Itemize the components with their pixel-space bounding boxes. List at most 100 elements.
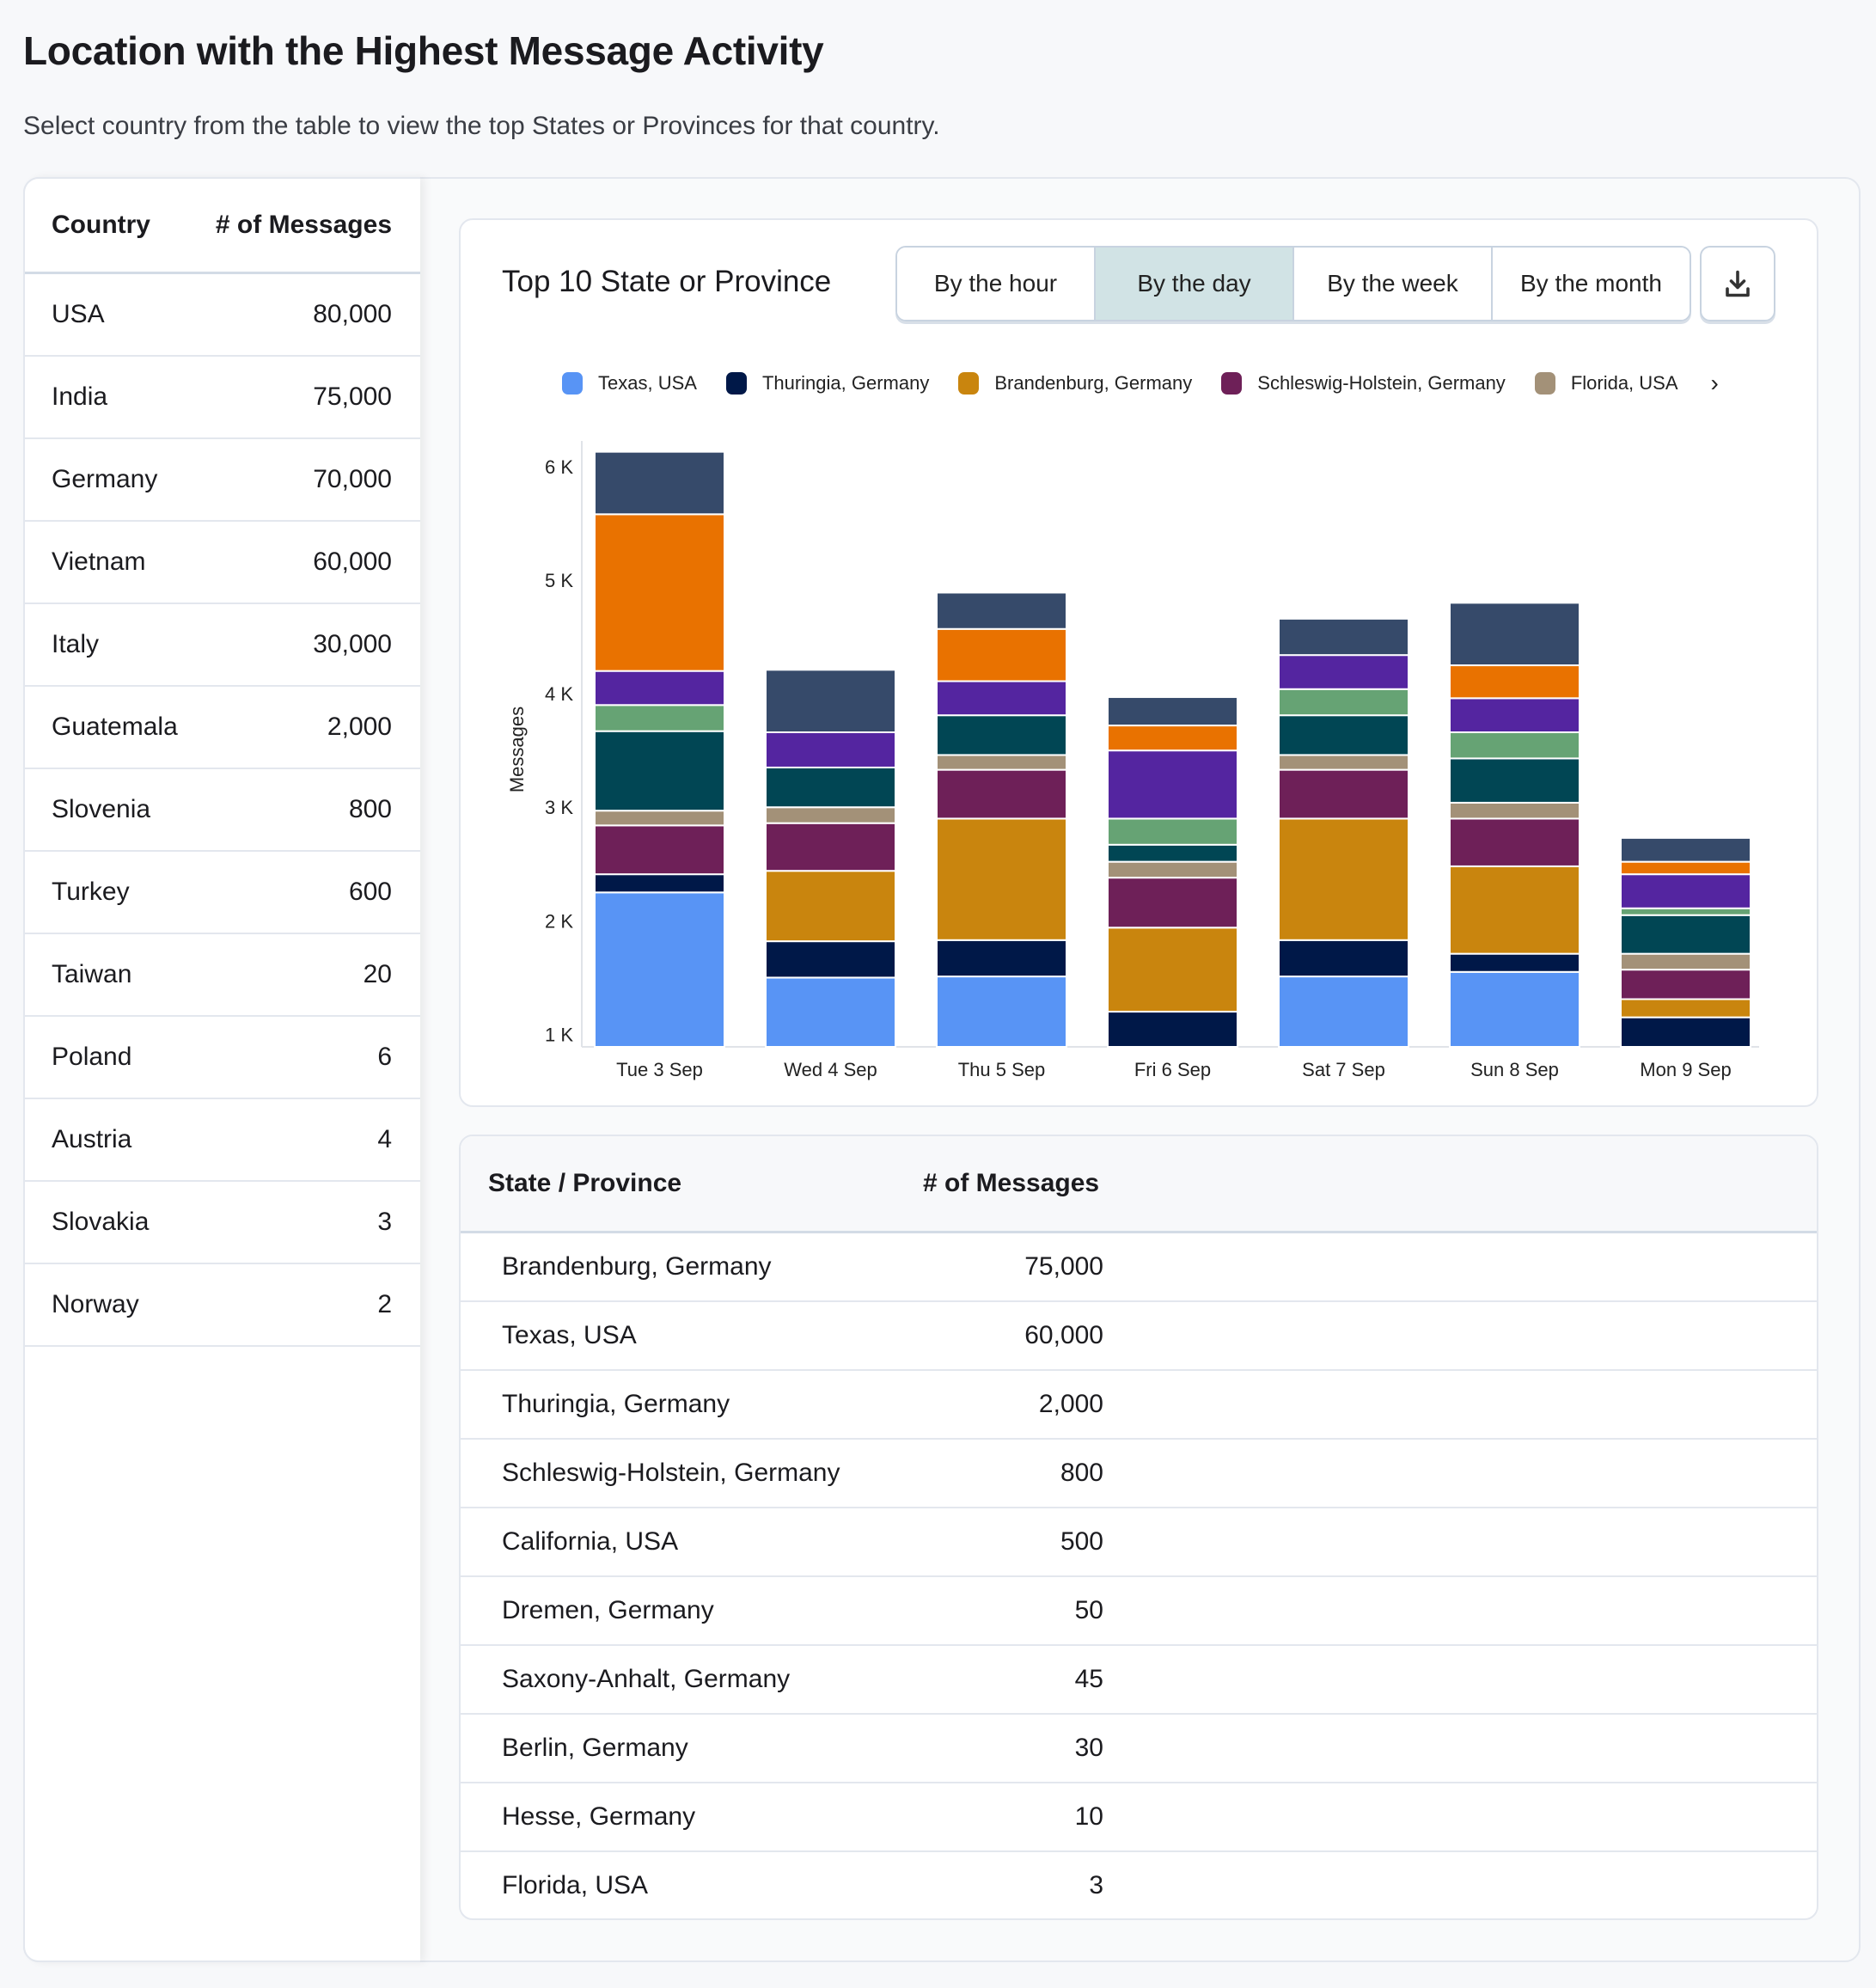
bar-segment	[1107, 877, 1238, 929]
y-tick-label: 2 K	[545, 910, 573, 932]
country-row[interactable]: Turkey 600	[25, 852, 420, 934]
bar-segment	[1278, 768, 1409, 820]
bar-segment	[1449, 731, 1580, 760]
bar-segment	[1278, 817, 1409, 941]
state-message-count: 75,000	[1024, 1252, 1103, 1281]
country-message-count: 60,000	[313, 547, 392, 576]
bar-segment	[1449, 970, 1580, 1048]
country-name: India	[52, 382, 108, 411]
state-row: Hesse, Germany 10	[461, 1783, 1817, 1852]
country-table: Country # of Messages USA 80,000 India 75,0…	[23, 177, 420, 1962]
state-row: California, USA 500	[461, 1508, 1817, 1577]
column-header-messages: # of Messages	[923, 1169, 1100, 1197]
state-row: Saxony-Anhalt, Germany 45	[461, 1646, 1817, 1715]
state-message-count: 30	[1074, 1734, 1103, 1762]
country-message-count: 4	[377, 1125, 392, 1153]
bar-segment	[594, 513, 725, 672]
country-name: Slovakia	[52, 1208, 150, 1236]
state-row: Texas, USA 60,000	[461, 1302, 1817, 1371]
bar-segment	[936, 680, 1067, 717]
bar-segment	[594, 810, 725, 827]
country-name: Slovenia	[52, 795, 151, 823]
country-row[interactable]: USA 80,000	[25, 274, 420, 357]
bar-segment	[765, 870, 896, 943]
country-row[interactable]: Slovenia 800	[25, 769, 420, 852]
country-row[interactable]: Germany 70,000	[25, 439, 420, 522]
y-tick-label: 5 K	[545, 570, 573, 591]
state-message-count: 2,000	[1038, 1390, 1103, 1418]
state-name: Saxony-Anhalt, Germany	[502, 1665, 791, 1693]
country-row[interactable]: Vietnam 60,000	[25, 522, 420, 604]
state-row: Florida, USA 3	[461, 1852, 1817, 1918]
country-name: Turkey	[52, 878, 130, 906]
bar-segment	[765, 731, 896, 768]
country-message-count: 6	[377, 1043, 392, 1071]
bar-segment	[594, 670, 725, 707]
state-name: Florida, USA	[502, 1871, 649, 1899]
bar-segment	[765, 766, 896, 809]
page-subtitle: Select country from the table to view th…	[23, 112, 940, 140]
stacked-bar-chart: 1 K 2 K 3 K 4 K 5 K 6 K Messages Tue 3 Sep Wed 4…	[506, 441, 1759, 1080]
country-message-count: 2	[377, 1290, 392, 1318]
x-tick-label: Fri 6 Sep	[1134, 1059, 1211, 1080]
bar-segment	[1449, 952, 1580, 973]
state-message-count: 500	[1060, 1527, 1103, 1556]
column-header-state: State / Province	[488, 1169, 682, 1197]
state-message-count: 60,000	[1024, 1321, 1103, 1349]
state-message-count: 45	[1074, 1665, 1103, 1693]
country-message-count: 75,000	[313, 382, 392, 411]
country-message-count: 800	[348, 795, 392, 823]
state-row: Dremen, Germany 50	[461, 1577, 1817, 1646]
state-name: Dremen, Germany	[502, 1596, 714, 1624]
bar-segment	[1620, 907, 1751, 916]
bar-segment	[1620, 836, 1751, 863]
y-tick-label: 6 K	[545, 456, 573, 478]
bar-segment	[594, 704, 725, 732]
bar-segment	[1449, 865, 1580, 955]
state-name: Thuringia, Germany	[502, 1390, 730, 1418]
country-row[interactable]: Austria 4	[25, 1099, 420, 1182]
chart-card: Top 10 State or Province By the hour By …	[459, 218, 1818, 1107]
country-row[interactable]: Guatemala 2,000	[25, 687, 420, 769]
bar-segment	[1620, 969, 1751, 1000]
column-header-messages: # of Messages	[215, 211, 392, 239]
bar-segment	[594, 891, 725, 1049]
bar-segment	[765, 940, 896, 979]
country-message-count: 30,000	[313, 630, 392, 658]
state-message-count: 50	[1074, 1596, 1103, 1624]
bar-segment	[1278, 754, 1409, 771]
bar-segment	[1620, 952, 1751, 971]
state-row: Berlin, Germany 30	[461, 1715, 1817, 1783]
bar-segment	[1449, 602, 1580, 667]
bar-segment	[1449, 801, 1580, 820]
bar-segment	[1449, 697, 1580, 734]
bar-segment	[1620, 873, 1751, 909]
bar-segment	[1278, 688, 1409, 717]
state-table: State / Province # of Messages Brandenbu…	[459, 1135, 1818, 1920]
state-name: California, USA	[502, 1527, 679, 1556]
country-row[interactable]: India 75,000	[25, 357, 420, 439]
country-name: Germany	[52, 465, 158, 493]
bar-segment	[1107, 1011, 1238, 1048]
bar-segment	[765, 669, 896, 734]
country-message-count: 2,000	[327, 713, 392, 741]
country-name: Vietnam	[52, 547, 146, 576]
country-row[interactable]: Slovakia 3	[25, 1182, 420, 1264]
country-row[interactable]: Norway 2	[25, 1264, 420, 1347]
country-table-header: Country # of Messages	[25, 179, 420, 274]
bar-segment	[1107, 725, 1238, 752]
bar-segment	[936, 976, 1067, 1048]
country-message-count: 80,000	[313, 300, 392, 328]
x-tick-label: Thu 5 Sep	[958, 1059, 1046, 1080]
country-message-count: 20	[363, 960, 392, 988]
bar-segment	[1107, 817, 1238, 846]
country-message-count: 600	[348, 878, 392, 906]
bar-segment	[936, 817, 1067, 941]
bar-segment	[1107, 843, 1238, 863]
state-name: Schleswig-Holstein, Germany	[502, 1459, 840, 1487]
country-row[interactable]: Italy 30,000	[25, 604, 420, 687]
state-message-count: 3	[1089, 1871, 1103, 1899]
y-tick-label: 1 K	[545, 1024, 573, 1045]
country-row[interactable]: Poland 6	[25, 1017, 420, 1099]
country-row[interactable]: Taiwan 20	[25, 934, 420, 1017]
